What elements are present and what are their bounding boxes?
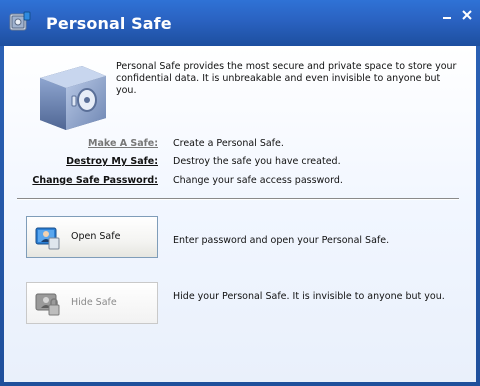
person-screen-icon	[35, 225, 61, 251]
person-lock-icon	[35, 291, 61, 317]
minimize-button[interactable]	[437, 6, 457, 24]
open-safe-description: Enter password and open your Personal Sa…	[173, 235, 390, 246]
open-safe-label: Open Safe	[71, 231, 121, 242]
action-row-change-password: Change Safe Password: Change your safe a…	[4, 174, 476, 188]
personal-safe-window: Personal Safe Personal Safe provides the…	[0, 0, 480, 386]
divider	[17, 198, 459, 200]
change-password-description: Change your safe access password.	[173, 175, 343, 186]
open-safe-button[interactable]: Open Safe	[26, 216, 158, 258]
action-row-make-safe: Make A Safe: Create a Personal Safe.	[4, 137, 476, 151]
safe-app-icon	[8, 10, 32, 34]
destroy-safe-link[interactable]: Destroy My Safe:	[66, 155, 158, 169]
window-title: Personal Safe	[46, 14, 172, 33]
intro-description: Personal Safe provides the most secure a…	[116, 61, 457, 96]
make-safe-description: Create a Personal Safe.	[173, 138, 284, 149]
close-icon	[462, 10, 472, 20]
hide-safe-label: Hide Safe	[71, 297, 117, 308]
title-bar[interactable]: Personal Safe	[0, 0, 480, 46]
safe-icon	[32, 58, 112, 134]
hide-safe-button[interactable]: Hide Safe	[26, 282, 158, 324]
change-password-link[interactable]: Change Safe Password:	[32, 174, 158, 188]
main-panel: Personal Safe provides the most secure a…	[4, 46, 476, 382]
hide-safe-description: Hide your Personal Safe. It is invisible…	[173, 291, 445, 302]
minimize-icon	[443, 17, 451, 19]
action-row-destroy-safe: Destroy My Safe: Destroy the safe you ha…	[4, 155, 476, 169]
close-button[interactable]	[457, 6, 477, 24]
destroy-safe-description: Destroy the safe you have created.	[173, 156, 341, 167]
make-safe-link[interactable]: Make A Safe:	[88, 137, 158, 151]
